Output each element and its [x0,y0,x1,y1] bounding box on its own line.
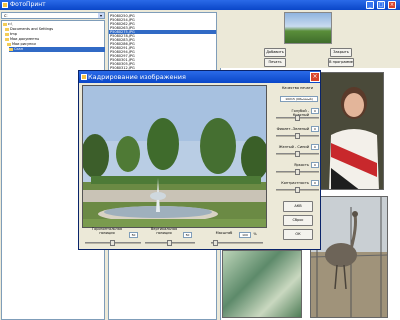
maximize-button[interactable]: □ [377,1,385,9]
chevron-down-icon[interactable]: ▾ [98,13,104,18]
preview-thumbnail [284,12,332,44]
param-value-field[interactable]: 0 [311,162,319,168]
tree-item-selected[interactable]: Скан [9,47,105,52]
slider-thumb[interactable] [167,240,172,246]
minimize-button[interactable]: _ [366,1,374,9]
folder-icon [9,47,13,51]
h-position-field[interactable]: 50 [129,232,138,238]
park-fountain-image [83,86,266,227]
dialog-title-bar[interactable]: Кадрирование изображения [79,71,320,83]
close-dialog-button[interactable]: Закрыть [330,48,352,57]
folder-icon [5,32,9,36]
zoom-label: Масштаб [215,231,233,235]
h-position-label: Горизонтальная позиция [91,227,123,235]
crop-image[interactable] [82,85,267,228]
param-label: Яркость [294,163,309,167]
portrait-image [321,73,383,189]
app-icon [81,74,87,80]
close-button[interactable]: × [388,1,396,9]
slider-thumb[interactable] [213,240,218,246]
print-button[interactable]: Печать [264,58,286,67]
param-value-field[interactable]: 0 [311,126,319,132]
reset-button[interactable]: Сброс [283,215,313,226]
zoom-slider[interactable] [211,240,263,246]
folder-icon [7,42,11,46]
edit-in-program-button[interactable]: В программе [328,58,354,67]
contrast-slider[interactable] [276,187,319,193]
main-window-title: ФотоПринт [10,1,46,8]
slider-thumb[interactable] [110,240,115,246]
brightness-slider[interactable] [276,169,319,175]
main-title-bar: ФотоПринт [0,0,400,10]
slider-thumb[interactable] [295,151,300,157]
slider-thumb[interactable] [295,133,300,139]
v-position-slider[interactable] [145,240,195,246]
v-position-label: Вертикальная позиция [150,227,178,235]
slider-thumb[interactable] [295,187,300,193]
slider-thumb[interactable] [295,115,300,121]
dialog-title: Кадрирование изображения [88,73,186,81]
param-value-field[interactable]: 0 [311,108,319,114]
thumbnail-photo[interactable] [222,250,302,318]
magenta-green-slider[interactable] [276,133,319,139]
add-button[interactable]: Добавить [264,48,286,57]
zoom-field[interactable]: 100 [239,232,251,238]
crop-dialog: Кадрирование изображения × Качество печа… [78,70,321,250]
parameters-panel: Качество печати 10X15 (Обычный) Голубой … [275,85,320,247]
folder-icon [5,27,9,31]
yellow-blue-slider[interactable] [276,151,319,157]
param-value-field[interactable]: 0 [311,144,319,150]
param-label: Фиолет.-Зеленый [276,127,309,131]
ok-button[interactable]: ОК [283,229,313,240]
param-label: Контрастность [281,181,309,185]
drive-select[interactable]: c: ▾ [1,12,105,19]
bird-image [311,197,387,317]
h-position-slider[interactable] [85,240,141,246]
zoom-unit: % [253,232,257,236]
thumbnail-photo[interactable] [320,72,384,190]
thumbnail-photo[interactable] [310,196,388,318]
quality-heading: Качество печати [281,86,314,90]
v-position-field[interactable]: 50 [183,232,192,238]
dialog-close-button[interactable]: × [310,72,320,82]
cyan-red-slider[interactable] [276,115,319,121]
param-value-field[interactable]: 0 [311,180,319,186]
drive-select-value: c: [4,13,8,18]
param-label: Голубой - Красный [291,109,309,117]
param-label: Желтый - Синий [278,145,309,149]
format-select[interactable]: 10X15 (Обычный) [280,96,318,102]
folder-icon [5,37,9,41]
folder-icon [3,22,7,26]
app-icon [2,2,8,8]
slider-thumb[interactable] [295,169,300,175]
auto-correction-button[interactable]: АКВ [283,201,313,212]
